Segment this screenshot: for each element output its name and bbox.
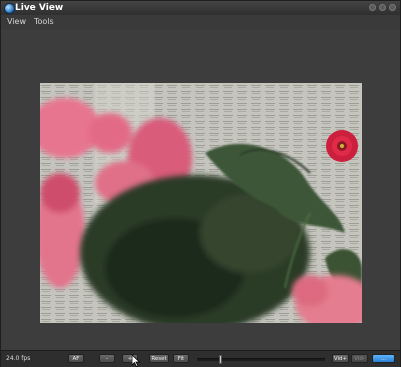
window-title: Live View: [15, 3, 64, 13]
mouse-cursor-icon: [132, 355, 140, 367]
live-view-image[interactable]: [40, 83, 362, 323]
status-bar: 24.0 fps AF - + Reset Fit Vid+ Vid- ...: [1, 350, 400, 367]
menu-tools[interactable]: Tools: [34, 15, 54, 29]
menu-bar: View Tools: [1, 15, 400, 29]
active-toggle-button[interactable]: ...: [372, 354, 395, 363]
minimize-icon[interactable]: [369, 4, 376, 11]
camera-feed-image: [40, 83, 362, 323]
live-view-window: Live View View Tools 24.0 fps AF - + Res…: [0, 0, 401, 367]
focus-slider-thumb[interactable]: [219, 355, 222, 364]
fps-readout: 24.0 fps: [6, 355, 31, 362]
focus-slider[interactable]: [197, 355, 325, 364]
autofocus-button[interactable]: AF: [68, 354, 84, 363]
vid-minus-button[interactable]: Vid-: [351, 354, 368, 363]
menu-view[interactable]: View: [7, 15, 26, 29]
maximize-icon[interactable]: [379, 4, 386, 11]
vid-plus-button[interactable]: Vid+: [332, 354, 349, 363]
window-controls: [369, 4, 396, 11]
fit-button[interactable]: Fit: [173, 354, 189, 363]
app-icon: [4, 3, 15, 14]
title-bar[interactable]: Live View: [1, 1, 400, 16]
close-icon[interactable]: [389, 4, 396, 11]
reset-button[interactable]: Reset: [149, 354, 169, 363]
zoom-out-button[interactable]: -: [99, 354, 115, 363]
